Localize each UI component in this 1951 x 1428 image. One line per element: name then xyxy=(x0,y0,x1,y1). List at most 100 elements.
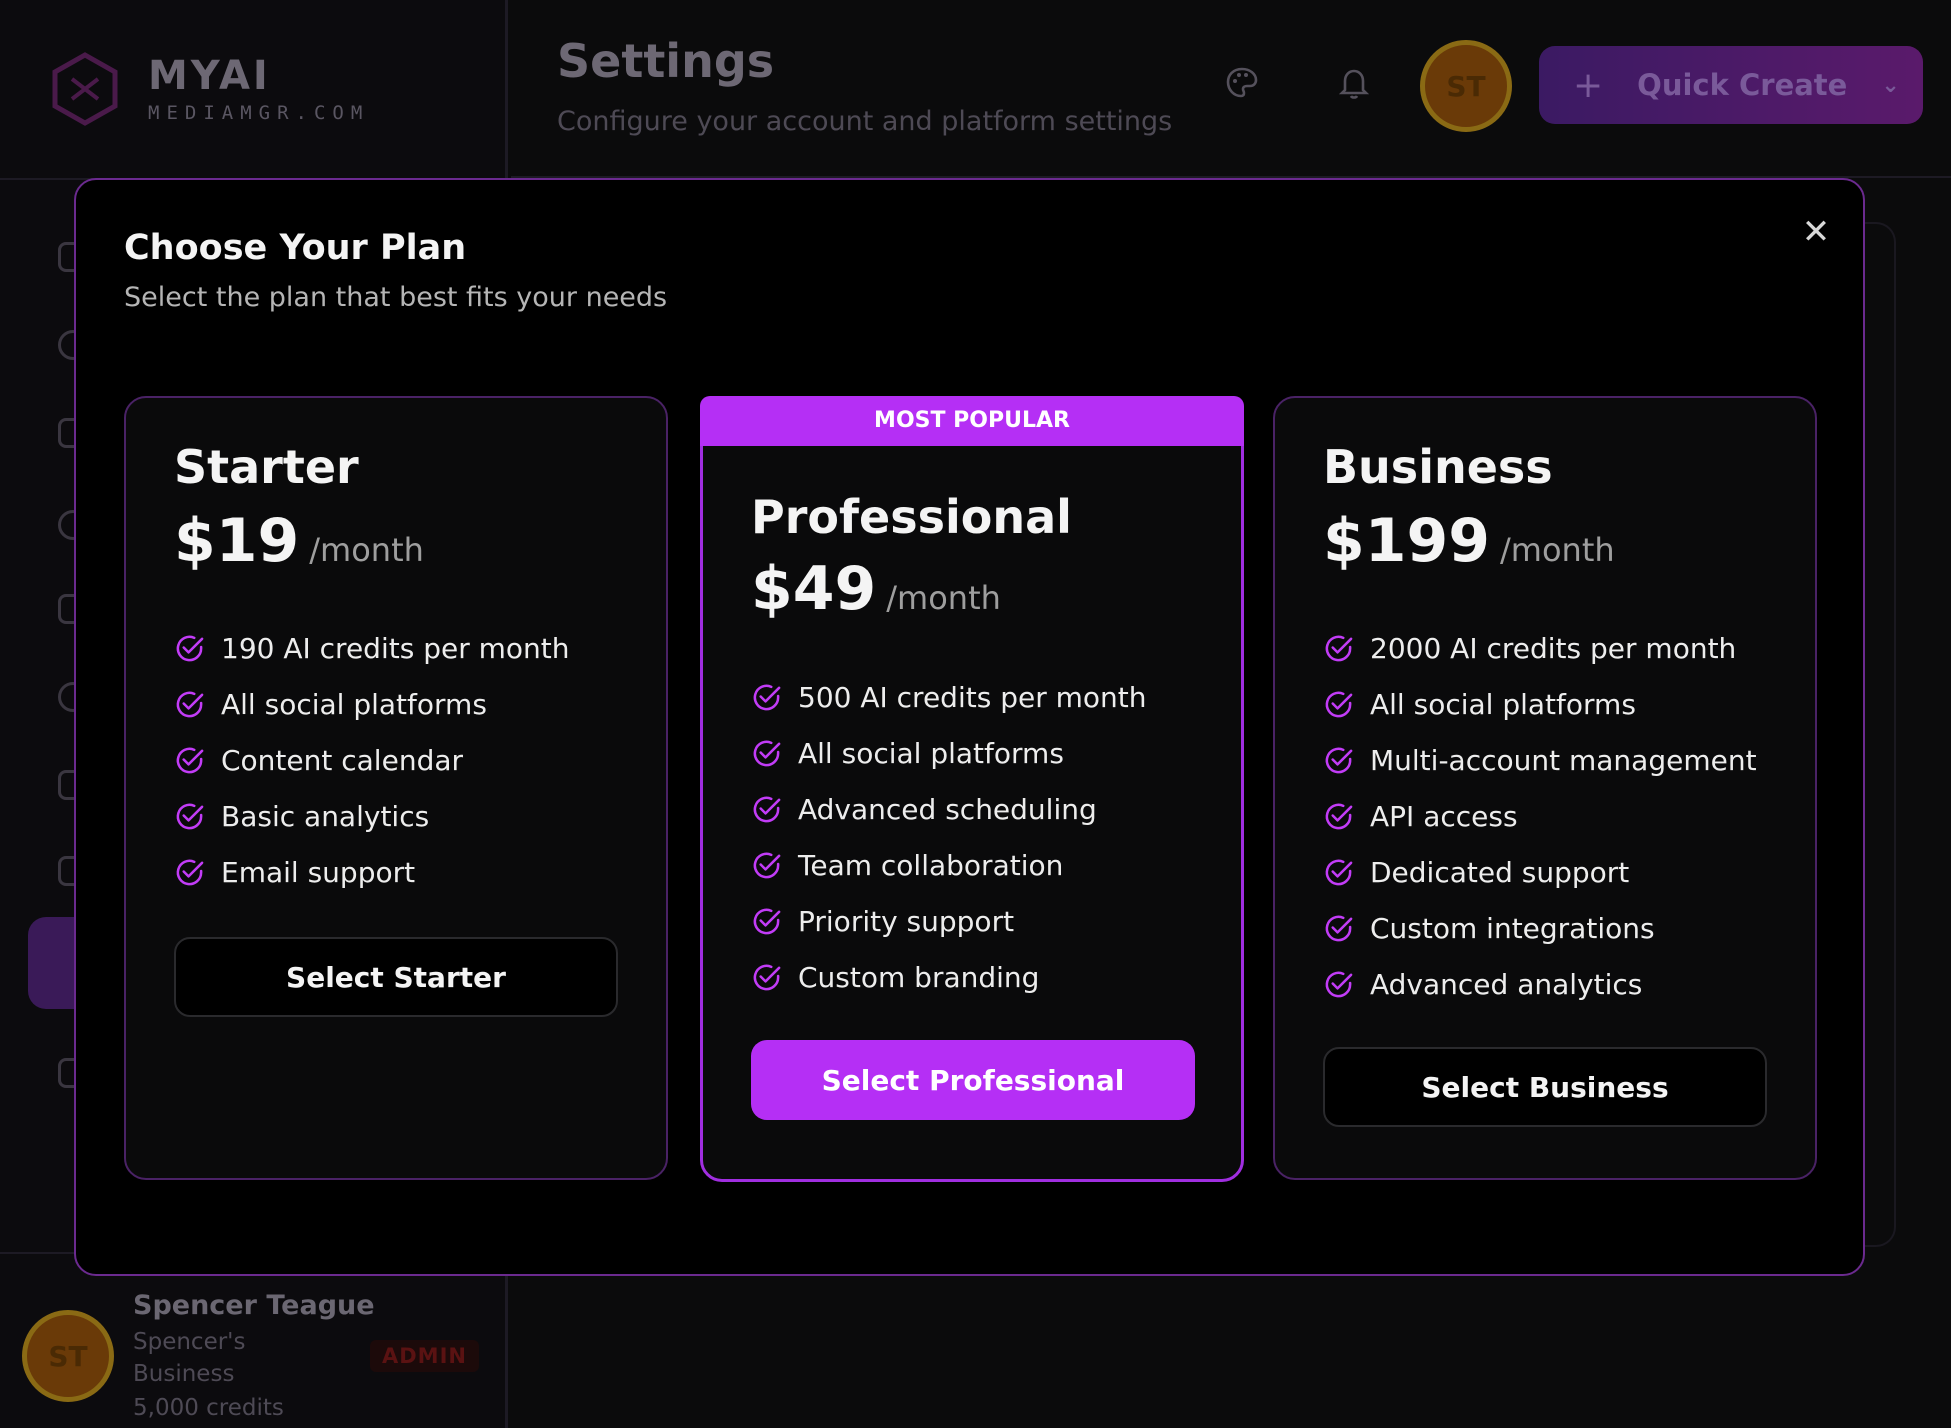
feature-label: Advanced analytics xyxy=(1370,967,1643,1001)
plan-price: $199 /month xyxy=(1323,506,1615,576)
feature-label: 500 AI credits per month xyxy=(798,680,1147,714)
most-popular-badge: MOST POPULAR xyxy=(700,396,1244,446)
check-circle-icon xyxy=(753,684,781,710)
check-circle-icon xyxy=(1325,803,1353,829)
user-avatar[interactable]: ST xyxy=(22,1310,114,1402)
logo[interactable]: MYAI MEDIAMGR.COM xyxy=(52,52,369,126)
price-period: /month xyxy=(309,531,424,569)
price-period: /month xyxy=(1500,531,1615,569)
feature-label: Multi-account management xyxy=(1370,743,1757,777)
quick-create-label: Quick Create xyxy=(1637,68,1848,102)
plan-card-starter: Starter $19 /month 190 AI credits per mo… xyxy=(124,396,668,1180)
price-amount: $49 xyxy=(751,554,877,624)
check-circle-icon xyxy=(176,691,204,717)
feature-item: All social platforms xyxy=(751,725,1146,781)
check-circle-icon xyxy=(1325,635,1353,661)
feature-item: All social platforms xyxy=(174,676,569,732)
check-circle-icon xyxy=(1325,971,1353,997)
feature-label: Dedicated support xyxy=(1370,855,1630,889)
check-circle-icon xyxy=(1325,691,1353,717)
modal-title: Choose Your Plan xyxy=(124,228,467,268)
feature-item: 500 AI credits per month xyxy=(751,669,1146,725)
feature-item: Custom integrations xyxy=(1323,900,1757,956)
feature-label: Custom branding xyxy=(798,960,1040,994)
quick-create-button[interactable]: + Quick Create ⌄ xyxy=(1539,46,1923,124)
plan-name: Business xyxy=(1323,440,1553,494)
feature-label: All social platforms xyxy=(1370,687,1636,721)
select-business-button[interactable]: Select Business xyxy=(1323,1047,1767,1127)
select-professional-button[interactable]: Select Professional xyxy=(751,1040,1195,1120)
feature-label: Basic analytics xyxy=(221,799,430,833)
brand-domain: MEDIAMGR.COM xyxy=(148,102,370,124)
user-name: Spencer Teague xyxy=(133,1290,375,1321)
select-starter-button[interactable]: Select Starter xyxy=(174,937,618,1017)
header-avatar[interactable]: ST xyxy=(1420,40,1512,132)
plan-card-professional: MOST POPULAR Professional $49 /month 500… xyxy=(700,396,1244,1182)
feature-item: API access xyxy=(1323,788,1757,844)
check-circle-icon xyxy=(753,852,781,878)
feature-item: Advanced analytics xyxy=(1323,956,1757,1012)
feature-label: Priority support xyxy=(798,904,1015,938)
price-amount: $199 xyxy=(1323,506,1490,576)
feature-label: API access xyxy=(1370,799,1518,833)
price-amount: $19 xyxy=(174,506,300,576)
logo-hexagon-icon xyxy=(52,52,118,126)
header: Settings Configure your account and plat… xyxy=(511,0,1951,178)
page-title: Settings xyxy=(557,34,775,88)
role-badge: ADMIN xyxy=(370,1340,479,1372)
user-business: Spencer's Business xyxy=(133,1329,246,1387)
feature-list: 2000 AI credits per month All social plat… xyxy=(1323,620,1757,1012)
user-credits: 5,000 credits xyxy=(133,1395,284,1421)
page-subtitle: Configure your account and platform sett… xyxy=(557,106,1173,137)
feature-label: Email support xyxy=(221,855,416,889)
check-circle-icon xyxy=(753,796,781,822)
feature-item: Multi-account management xyxy=(1323,732,1757,788)
feature-item: 190 AI credits per month xyxy=(174,620,569,676)
feature-item: All social platforms xyxy=(1323,676,1757,732)
feature-item: Dedicated support xyxy=(1323,844,1757,900)
check-circle-icon xyxy=(753,908,781,934)
bell-icon[interactable] xyxy=(1337,66,1371,100)
price-period: /month xyxy=(886,579,1001,617)
feature-item: Basic analytics xyxy=(174,788,569,844)
feature-label: 190 AI credits per month xyxy=(221,631,570,665)
palette-icon[interactable] xyxy=(1225,66,1259,100)
feature-list: 500 AI credits per month All social platf… xyxy=(751,669,1146,1005)
check-circle-icon xyxy=(176,747,204,773)
feature-label: Custom integrations xyxy=(1370,911,1655,945)
check-circle-icon xyxy=(753,964,781,990)
chevron-down-icon: ⌄ xyxy=(1881,72,1900,98)
plan-price: $49 /month xyxy=(751,554,1001,624)
brand-name: MYAI xyxy=(148,53,271,99)
feature-item: Advanced scheduling xyxy=(751,781,1146,837)
modal-subtitle: Select the plan that best fits your need… xyxy=(124,282,668,313)
close-icon[interactable]: ✕ xyxy=(1798,214,1834,250)
feature-item: Team collaboration xyxy=(751,837,1146,893)
feature-label: Team collaboration xyxy=(798,848,1064,882)
plus-icon: + xyxy=(1573,64,1604,106)
check-circle-icon xyxy=(1325,915,1353,941)
feature-item: Email support xyxy=(174,844,569,900)
check-circle-icon xyxy=(753,740,781,766)
plan-card-business: Business $199 /month 2000 AI credits per… xyxy=(1273,396,1817,1180)
feature-item: Custom branding xyxy=(751,949,1146,1005)
check-circle-icon xyxy=(1325,859,1353,885)
check-circle-icon xyxy=(176,803,204,829)
plan-price: $19 /month xyxy=(174,506,424,576)
feature-label: All social platforms xyxy=(798,736,1064,770)
plan-name: Professional xyxy=(751,490,1072,544)
feature-label: Content calendar xyxy=(221,743,464,777)
check-circle-icon xyxy=(1325,747,1353,773)
feature-item: 2000 AI credits per month xyxy=(1323,620,1757,676)
feature-label: All social platforms xyxy=(221,687,487,721)
app-window: MYAI MEDIAMGR.COM ST Spencer Teague Spen… xyxy=(0,0,1951,1428)
check-circle-icon xyxy=(176,859,204,885)
feature-label: Advanced scheduling xyxy=(798,792,1097,826)
choose-plan-modal: Choose Your Plan Select the plan that be… xyxy=(74,178,1865,1276)
feature-item: Priority support xyxy=(751,893,1146,949)
feature-item: Content calendar xyxy=(174,732,569,788)
settings-content-card xyxy=(1860,222,1896,1247)
check-circle-icon xyxy=(176,635,204,661)
feature-label: 2000 AI credits per month xyxy=(1370,631,1737,665)
feature-list: 190 AI credits per month All social platf… xyxy=(174,620,569,900)
